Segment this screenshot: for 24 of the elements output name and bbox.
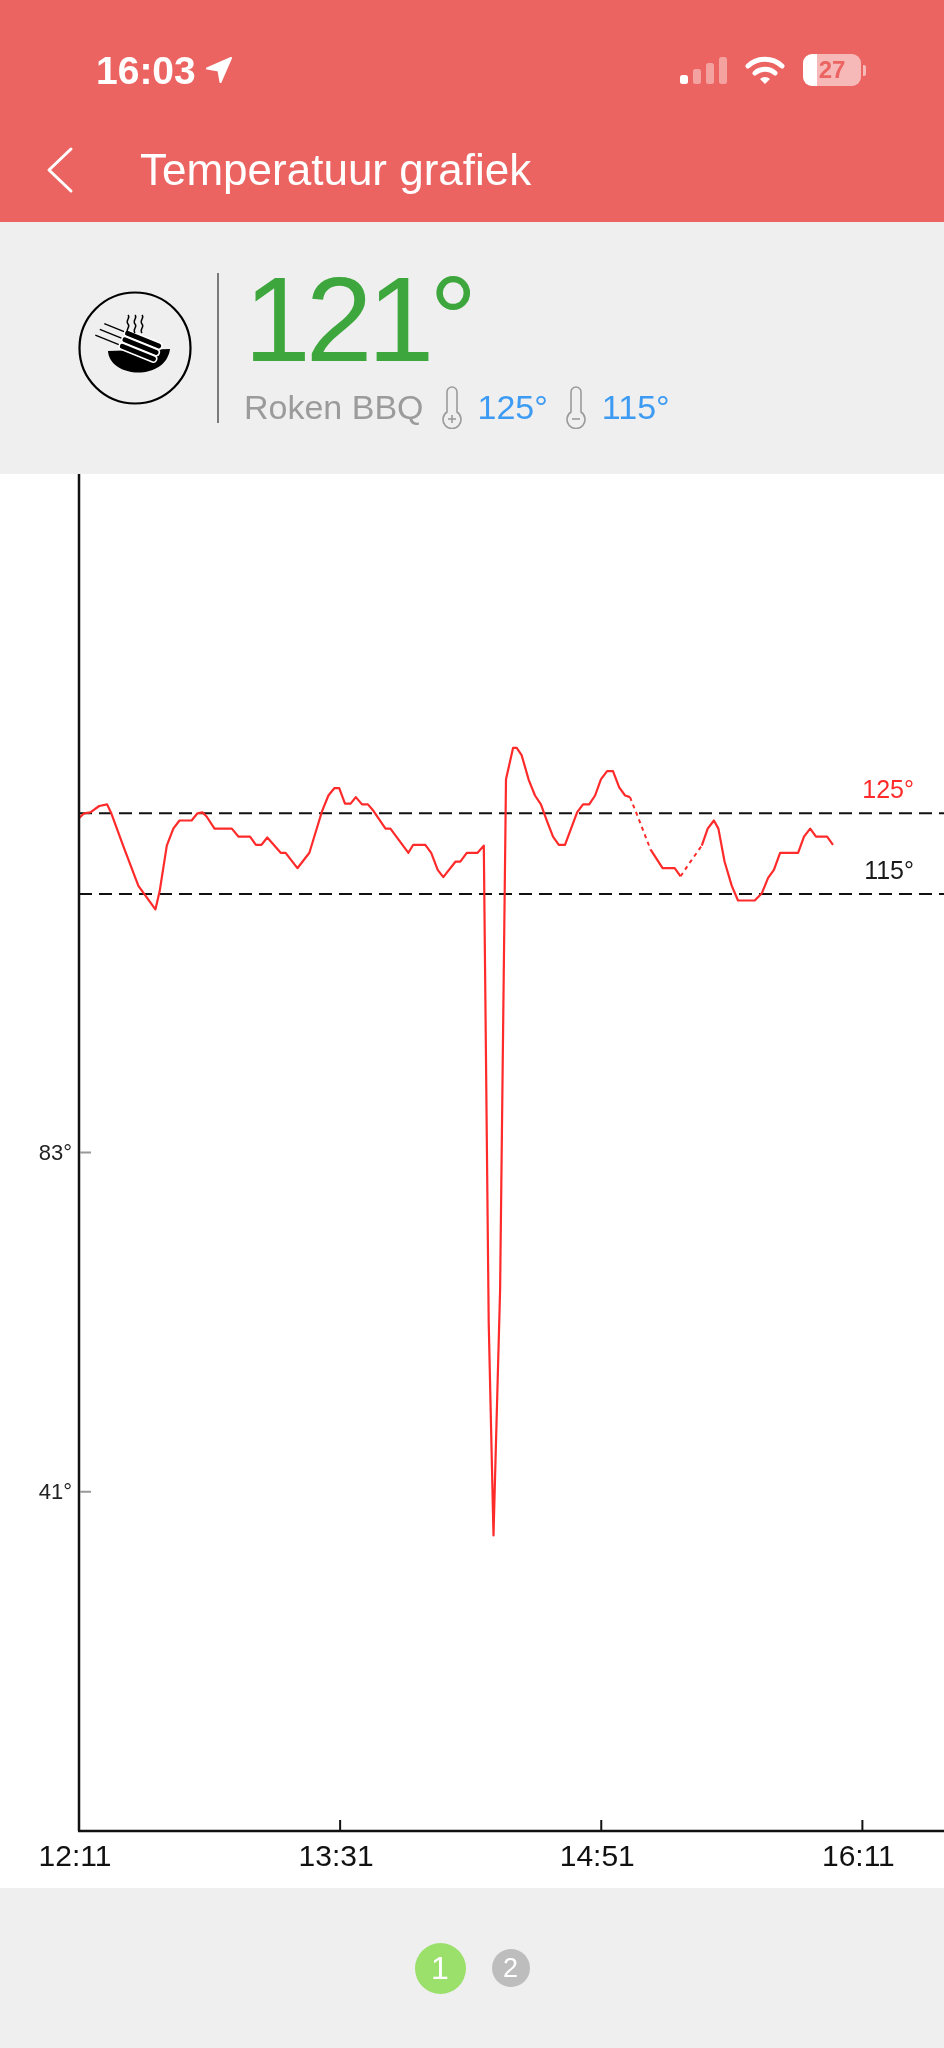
threshold-label: 125° <box>862 775 914 804</box>
location-arrow-icon <box>203 55 234 85</box>
thermometer-minus-icon <box>564 385 587 429</box>
max-temperature: 125° <box>477 386 548 428</box>
page-dot[interactable]: 1 <box>414 1942 466 1994</box>
current-temperature: 121° <box>244 267 474 371</box>
chevron-left-icon <box>45 146 75 194</box>
min-temperature: 115° <box>601 386 670 428</box>
threshold-label: 115° <box>864 856 914 884</box>
y-axis-label: 83° <box>38 1140 72 1165</box>
x-axis-label: 16:11 <box>821 1838 895 1872</box>
page-dot[interactable]: 2 <box>491 1949 530 1987</box>
grill-icon <box>78 291 192 405</box>
x-axis-label: 13:31 <box>298 1838 374 1872</box>
nav-title: Temperatuur grafiek <box>140 144 532 196</box>
y-axis-label: 41° <box>38 1479 72 1505</box>
x-axis-label: 12:11 <box>38 1838 112 1872</box>
battery-indicator: 27 <box>803 54 866 86</box>
wifi-icon <box>744 55 786 85</box>
x-axis-label: 14:51 <box>559 1838 635 1872</box>
status-time: 16:03 <box>96 50 196 90</box>
thermometer-plus-icon <box>440 385 463 429</box>
program-name: Roken BBQ <box>244 386 424 428</box>
signal-bars-icon <box>680 56 727 84</box>
